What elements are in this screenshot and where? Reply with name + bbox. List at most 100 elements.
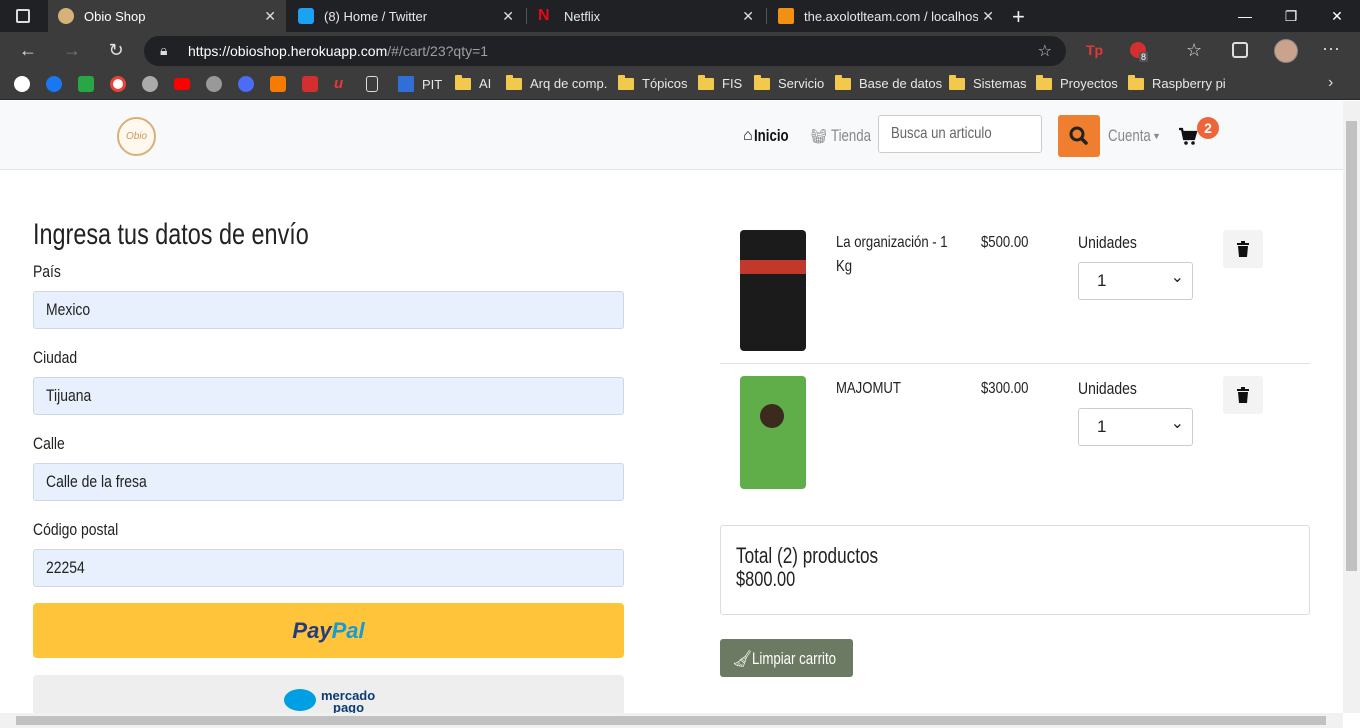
cart-button[interactable] (1178, 127, 1198, 147)
tampermonkey-extension-icon[interactable]: Tp (1086, 42, 1103, 58)
github-icon[interactable] (14, 76, 30, 92)
scrollbar-thumb[interactable] (16, 716, 1326, 725)
extension-badge: 8 (1139, 52, 1149, 62)
quantity-select[interactable]: 1 (1078, 408, 1193, 446)
units-label: Unidades (1078, 233, 1137, 252)
folder-icon (835, 74, 851, 90)
tab-phpmyadmin[interactable]: the.axolotlteam.com / localhost / ✕ (768, 0, 1004, 32)
restore-button[interactable]: ❐ (1268, 0, 1314, 32)
bookmark-sistemas[interactable]: Sistemas (949, 74, 1026, 91)
street-label: Calle (33, 434, 65, 453)
vertical-scrollbar[interactable] (1343, 101, 1360, 713)
pit-icon (398, 76, 414, 92)
tab-twitter[interactable]: (8) Home / Twitter ✕ (288, 0, 524, 32)
city-field[interactable]: Tijuana (33, 377, 624, 415)
profile-avatar[interactable] (1274, 39, 1298, 63)
delete-item-button[interactable] (1223, 376, 1263, 414)
collections-icon[interactable] (1232, 42, 1248, 58)
back-button[interactable]: ← (16, 40, 40, 61)
total-amount: $800.00 (736, 568, 796, 591)
minimize-button[interactable]: — (1222, 0, 1268, 32)
clear-cart-button[interactable]: 🧹︎ Limpiar carrito (720, 639, 853, 677)
youtube-icon[interactable] (174, 78, 190, 90)
tab-separator (766, 8, 767, 24)
apple-icon[interactable] (142, 76, 158, 92)
horizontal-scrollbar[interactable] (0, 713, 1343, 728)
product-image[interactable] (740, 230, 806, 351)
nav-inicio[interactable]: ⌂ Inicio (743, 126, 798, 146)
folder-icon (1128, 74, 1144, 90)
broom-icon: 🧹︎ (732, 651, 753, 668)
bookmark-arq[interactable]: Arq de comp. (506, 74, 607, 91)
tab-actions-icon[interactable] (16, 9, 30, 23)
paypal-button[interactable]: PayPal (33, 603, 624, 658)
product-name[interactable]: MAJOMUT (836, 377, 901, 401)
bookmark-topicos[interactable]: Tópicos (618, 74, 688, 91)
folder-icon (1036, 74, 1052, 90)
browser-tab-bar: Obio Shop ✕ (8) Home / Twitter ✕ N Netfl… (0, 0, 1360, 32)
settings-more-icon[interactable]: ··· (1322, 38, 1340, 59)
tab-obio-shop[interactable]: Obio Shop ✕ (48, 0, 286, 32)
quantity-select[interactable]: 1 (1078, 262, 1193, 300)
c-site-icon[interactable] (238, 76, 254, 92)
caret-down-icon: ▼ (1152, 131, 1161, 141)
bookmark-fis[interactable]: FIS (698, 74, 742, 91)
trash-icon (1237, 241, 1249, 257)
postal-code-field[interactable]: 22254 (33, 549, 624, 587)
huawei-icon[interactable] (302, 76, 318, 92)
reload-button[interactable]: ↻ (104, 40, 128, 61)
item-divider (720, 363, 1310, 364)
facebook-icon[interactable] (46, 76, 62, 92)
delete-item-button[interactable] (1223, 230, 1263, 268)
new-tab-button[interactable]: + (1012, 4, 1025, 30)
scrollbar-thumb[interactable] (1346, 121, 1357, 571)
forward-button[interactable]: → (60, 40, 84, 61)
favorites-icon[interactable]: ☆ (1186, 40, 1202, 61)
product-name[interactable]: La organización - 1 Kg (836, 231, 951, 279)
bookmark-raspberry[interactable]: Raspberry pi (1128, 74, 1226, 91)
account-dropdown[interactable]: Cuenta ▼ (1108, 126, 1161, 146)
shipping-heading: Ingresa tus datos de envío (33, 218, 309, 251)
folder-icon (506, 74, 522, 90)
search-input[interactable]: Busca un articulo (878, 115, 1042, 153)
cart-total-box: Total (2) productos $800.00 (720, 525, 1310, 615)
classroom-icon[interactable] (78, 76, 94, 92)
google-icon[interactable] (110, 76, 126, 92)
bookmark-pit[interactable]: PIT (398, 76, 442, 92)
folder-icon (618, 74, 634, 90)
bookmark-base-datos[interactable]: Base de datos (835, 74, 942, 91)
close-tab-icon[interactable]: ✕ (978, 8, 994, 25)
mercadopago-handshake-icon (284, 689, 316, 711)
product-price: $300.00 (981, 380, 1029, 397)
more-bookmarks-chevron-icon[interactable]: › (1328, 74, 1333, 92)
bookmark-ai[interactable]: AI (455, 74, 491, 91)
cart-icon (1179, 127, 1198, 145)
street-field[interactable]: Calle de la fresa (33, 463, 624, 501)
u-site-icon[interactable]: u (334, 76, 350, 92)
close-window-button[interactable]: ✕ (1314, 0, 1360, 32)
close-tab-icon[interactable]: ✕ (502, 8, 514, 25)
site-logo[interactable]: Obio (117, 117, 156, 156)
postal-code-label: Código postal (33, 520, 119, 539)
close-tab-icon[interactable]: ✕ (264, 8, 276, 25)
trash-icon (1237, 387, 1249, 403)
close-tab-icon[interactable]: ✕ (742, 8, 754, 25)
page-icon[interactable] (366, 76, 378, 92)
cart-count-badge: 2 (1197, 117, 1219, 139)
site-seal-icon[interactable] (206, 76, 222, 92)
country-field[interactable]: Mexico (33, 291, 624, 329)
orange-site-icon[interactable] (270, 76, 286, 92)
bookmark-servicio[interactable]: Servicio (754, 74, 824, 91)
favorite-star-icon[interactable]: ☆ (1038, 41, 1052, 61)
mercadopago-button[interactable]: mercado pago (33, 675, 624, 715)
units-label: Unidades (1078, 379, 1137, 398)
product-image[interactable] (740, 376, 806, 489)
country-label: País (33, 262, 61, 281)
nav-tienda[interactable]: 🧺︎ Tienda (810, 126, 882, 146)
address-bar[interactable]: 🔒︎ https://obioshop.herokuapp.com/#/cart… (144, 36, 1066, 66)
bookmark-proyectos[interactable]: Proyectos (1036, 74, 1118, 91)
search-button[interactable] (1058, 115, 1100, 157)
basket-icon: 🧺︎ (810, 127, 828, 144)
product-price: $500.00 (981, 234, 1029, 251)
tab-netflix[interactable]: N Netflix ✕ (528, 0, 764, 32)
